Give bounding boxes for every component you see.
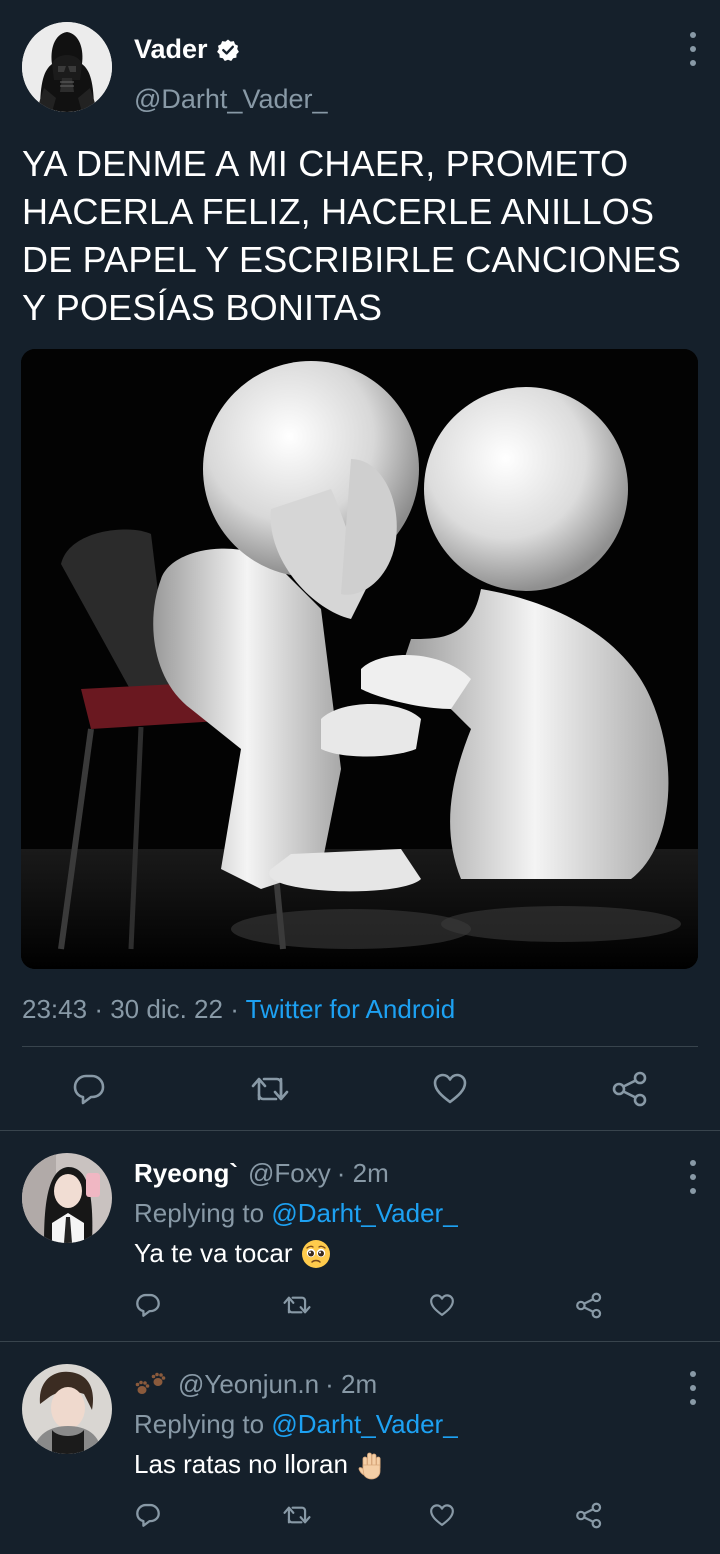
meta-separator: · <box>94 994 103 1024</box>
author-handle[interactable]: @Darht_Vader_ <box>134 84 328 115</box>
reply-handle[interactable]: @Yeonjun.n <box>178 1369 319 1400</box>
reply-avatar[interactable] <box>22 1153 112 1243</box>
replying-to-mention[interactable]: @Darht_Vader_ <box>271 1409 457 1439</box>
reply-avatar[interactable] <box>22 1364 112 1454</box>
author-name-row: Vader <box>134 34 240 65</box>
reply-icon[interactable] <box>135 1292 161 1318</box>
reply-text: Ya te va tocar <box>134 1238 331 1269</box>
replying-to-mention[interactable]: @Darht_Vader_ <box>271 1198 457 1228</box>
share-icon[interactable] <box>575 1292 603 1319</box>
reply-text-content: Las ratas no lloran <box>134 1449 348 1479</box>
more-options-icon[interactable] <box>683 1371 703 1405</box>
retweet-icon[interactable] <box>250 1074 290 1104</box>
like-icon[interactable] <box>429 1293 455 1318</box>
tweet-text-line: HACERLA FELIZ, HACERLE ANILLOS <box>22 191 655 232</box>
replying-to: Replying to @Darht_Vader_ <box>134 1198 458 1229</box>
tweet-source-link[interactable]: Twitter for Android <box>246 994 456 1024</box>
reply-text-content: Ya te va tocar <box>134 1238 293 1268</box>
tweet-text-line: YA DENME A MI CHAER, PROMETO <box>22 143 629 184</box>
tweet-date: 30 dic. 22 <box>110 994 223 1024</box>
reply-icon[interactable] <box>135 1502 161 1528</box>
tweet-action-bar <box>0 1062 720 1116</box>
like-icon[interactable] <box>432 1072 468 1106</box>
tweet-time: 23:43 <box>22 994 88 1024</box>
reply-handle[interactable]: @Foxy <box>248 1158 331 1189</box>
tweet-metadata: 23:43 · 30 dic. 22 · Twitter for Android <box>22 994 455 1025</box>
pleading-face-icon <box>301 1239 330 1268</box>
divider <box>22 1046 698 1047</box>
raised-hand-icon <box>358 1452 381 1479</box>
reply-text: Las ratas no lloran <box>134 1449 386 1480</box>
share-icon[interactable] <box>611 1071 649 1107</box>
verified-badge-icon <box>216 39 239 61</box>
tweet-media-image[interactable] <box>21 349 698 969</box>
reply-tweet[interactable]: @Yeonjun.n · 2m Replying to @Darht_Vader… <box>0 1342 720 1554</box>
tweet-text-line: Y POESÍAS BONITAS <box>22 287 383 328</box>
retweet-icon[interactable] <box>282 1504 312 1526</box>
author-display-name[interactable]: Vader <box>134 34 208 65</box>
replying-to-label: Replying to <box>134 1409 265 1439</box>
paw-prints-icon <box>135 1372 166 1394</box>
replying-to: Replying to @Darht_Vader_ <box>134 1409 458 1440</box>
share-icon[interactable] <box>575 1502 603 1529</box>
tweet-text: YA DENME A MI CHAER, PROMETO HACERLA FEL… <box>22 140 702 332</box>
more-options-icon[interactable] <box>683 1160 703 1194</box>
retweet-icon[interactable] <box>282 1294 312 1316</box>
more-options-icon[interactable] <box>683 32 703 66</box>
reply-display-name[interactable]: Ryeong` <box>134 1158 238 1189</box>
like-icon[interactable] <box>429 1503 455 1528</box>
reply-header: @Yeonjun.n · 2m <box>134 1369 377 1400</box>
main-tweet: Vader @Darht_Vader_ YA DENME A MI CHAER,… <box>0 0 720 1130</box>
reply-header: Ryeong` @Foxy · 2m <box>134 1158 389 1189</box>
reply-time: · 2m <box>325 1369 378 1399</box>
reply-icon[interactable] <box>72 1072 106 1106</box>
reply-time: · 2m <box>336 1158 389 1188</box>
tweet-text-line: DE PAPEL Y ESCRIBIRLE CANCIONES <box>22 239 682 280</box>
meta-separator: · <box>230 994 239 1024</box>
reply-tweet[interactable]: Ryeong` @Foxy · 2m Replying to @Darht_Va… <box>0 1131 720 1341</box>
replying-to-label: Replying to <box>134 1198 265 1228</box>
author-avatar[interactable] <box>22 22 112 112</box>
